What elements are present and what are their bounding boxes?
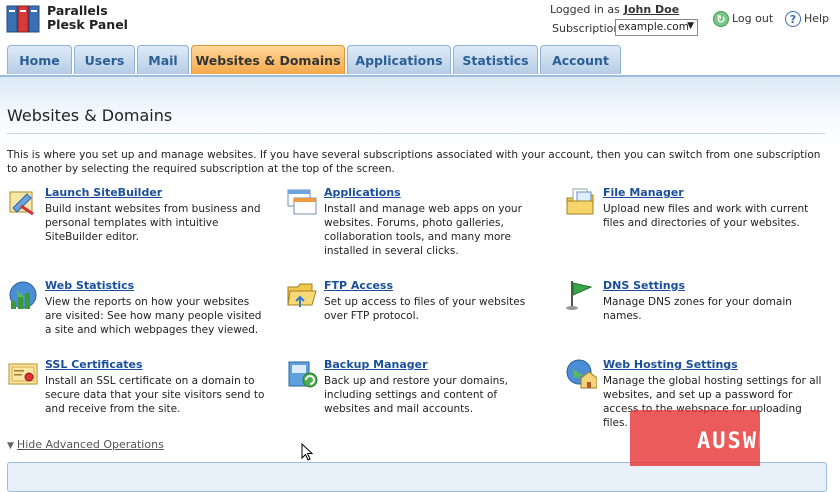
advanced-operations-panel (7, 462, 827, 492)
user-link[interactable]: John Doe (624, 3, 679, 16)
subscription-select[interactable]: example.com ▼ (615, 19, 698, 36)
tool-desc-ftp-access: Set up access to files of your websites … (324, 296, 526, 322)
tool-title-applications[interactable]: Applications (324, 186, 401, 199)
applications-icon (287, 189, 317, 215)
plesk-logo-icon (6, 5, 40, 33)
main-tabs: Home Users Mail Websites & Domains Appli… (0, 45, 840, 76)
logged-in-label: Logged in as (550, 3, 620, 16)
tool-desc-launch-sitebuilder: Build instant websites from business and… (45, 203, 261, 243)
tool-title-web-hosting-settings[interactable]: Web Hosting Settings (603, 358, 738, 371)
tool-desc-ssl-certificates: Install an SSL certificate on a domain t… (45, 375, 265, 415)
toggle-advanced-operations[interactable]: ▼ Hide Advanced Operations (7, 438, 164, 451)
login-info: Logged in as John Doe (550, 3, 679, 16)
tool-title-launch-sitebuilder[interactable]: Launch SiteBuilder (45, 186, 162, 199)
page-title: Websites & Domains (7, 106, 173, 125)
triangle-down-icon: ▼ (7, 441, 14, 451)
brand-line1: Parallels (47, 3, 108, 18)
tab-home[interactable]: Home (7, 45, 72, 74)
tool-title-ssl-certificates[interactable]: SSL Certificates (45, 358, 143, 371)
brand-name: Parallels Plesk Panel (47, 4, 128, 32)
tab-users[interactable]: Users (74, 45, 135, 74)
ssl-certificate-icon (8, 363, 38, 385)
logout-link[interactable]: ↻ Log out (713, 11, 773, 27)
tool-desc-file-manager: Upload new files and work with current f… (603, 203, 809, 229)
title-divider (7, 133, 825, 134)
tab-account[interactable]: Account (540, 45, 621, 74)
tool-title-dns-settings[interactable]: DNS Settings (603, 279, 685, 292)
watermark-text: AUSWEB (697, 429, 789, 454)
help-icon: ? (785, 11, 801, 27)
help-label: Help (804, 12, 830, 25)
subscription-label: Subscription (552, 22, 621, 35)
brand-line2: Plesk Panel (47, 17, 128, 32)
web-statistics-icon (9, 281, 37, 309)
ftp-folder-icon (287, 283, 317, 307)
tool-desc-backup-manager: Back up and restore your domains, includ… (324, 375, 509, 415)
backup-icon (288, 361, 318, 388)
sitebuilder-icon (9, 191, 34, 216)
subscription-value: example.com (618, 21, 689, 33)
tool-title-backup-manager[interactable]: Backup Manager (324, 358, 428, 371)
help-link[interactable]: ? Help (785, 11, 829, 27)
logout-label: Log out (732, 12, 774, 25)
chevron-down-icon: ▼ (687, 21, 694, 31)
file-manager-icon (566, 188, 594, 215)
advanced-operations-label: Hide Advanced Operations (16, 438, 164, 451)
tab-applications[interactable]: Applications (347, 45, 451, 74)
tool-title-ftp-access[interactable]: FTP Access (324, 279, 393, 292)
logout-icon: ↻ (713, 11, 729, 27)
tab-statistics[interactable]: Statistics (453, 45, 538, 74)
tool-title-web-statistics[interactable]: Web Statistics (45, 279, 134, 292)
header: Parallels Plesk Panel Logged in as John D… (0, 0, 840, 45)
tool-desc-web-statistics: View the reports on how your websites ar… (45, 296, 262, 336)
tool-title-file-manager[interactable]: File Manager (603, 186, 684, 199)
tab-mail[interactable]: Mail (137, 45, 189, 74)
mouse-cursor-icon (301, 443, 313, 461)
tab-websites-domains[interactable]: Websites & Domains (191, 45, 345, 74)
dns-flag-icon (566, 281, 593, 310)
page-intro: This is where you set up and manage webs… (7, 149, 821, 175)
hosting-settings-icon (566, 359, 597, 389)
tool-desc-dns-settings: Manage DNS zones for your domain names. (603, 296, 792, 322)
tool-desc-applications: Install and manage web apps on your webs… (324, 203, 522, 257)
